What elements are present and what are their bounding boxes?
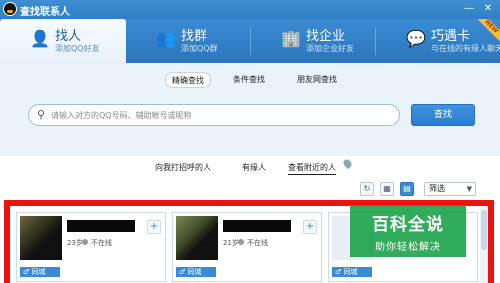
avatar[interactable] [20, 216, 62, 260]
tab-condition-search[interactable]: 条件查找 [227, 72, 271, 88]
person-icon: 👤 [30, 29, 50, 48]
grid-view-button[interactable]: ▦ [380, 182, 394, 196]
card-icon: 💬 [406, 29, 426, 48]
scrollbar-thumb[interactable] [481, 210, 487, 250]
search-icon: ⚲ [37, 108, 46, 121]
window-title: 查找联系人 [20, 7, 70, 18]
avatar[interactable] [176, 216, 218, 260]
location-pin-icon [341, 157, 354, 170]
tab-sublabel: 添加QQ好友 [55, 44, 100, 53]
tab-sublabel: 添加企业好友 [306, 44, 354, 53]
nav-nearby-people[interactable]: 查看附近的人 [288, 162, 336, 175]
redacted-name [223, 220, 291, 232]
close-button[interactable]: ✕ [481, 2, 495, 16]
nav-destined[interactable]: 有缘人 [242, 162, 266, 173]
filter-label: 筛选 [429, 184, 445, 193]
tab-label: 找群 [181, 29, 208, 44]
tab-find-group[interactable]: 👥 找群 添加QQ群 [126, 19, 251, 63]
age-label: 21岁 [223, 239, 239, 247]
tab-encounter-card[interactable]: 💬 巧遇卡 与在线的有缘人聊天 NEW [376, 19, 500, 63]
tab-sublabel: 与在线的有缘人聊天 [431, 44, 500, 53]
redacted-name [67, 220, 135, 232]
add-friend-button[interactable]: + [147, 220, 161, 234]
chevron-down-icon: ▼ [466, 185, 472, 193]
search-box: ⚲ [28, 104, 400, 126]
watermark: 百科全说 助你轻松解决 [350, 205, 466, 257]
tab-label: 找企业 [306, 29, 346, 44]
gender-location-tag: ♂ 同城 [20, 267, 60, 277]
building-icon: 🏢 [281, 29, 301, 48]
result-card[interactable]: 23岁 不在线 ♂ 同城 + [16, 212, 166, 282]
tab-exact-search[interactable]: 精确查找 [165, 72, 211, 88]
add-friend-button[interactable]: + [303, 220, 317, 234]
nav-greeted-me[interactable]: 向我打招呼的人 [155, 162, 211, 173]
status-label: 不在线 [247, 239, 268, 247]
tab-label: 找人 [55, 29, 82, 44]
search-input[interactable] [51, 107, 391, 123]
result-card[interactable]: 21岁 不在线 ♂ 同城 + [172, 212, 322, 282]
gender-location-tag: ♂ 同城 [332, 267, 372, 277]
age-label: 23岁 [67, 239, 83, 247]
qq-logo-icon [3, 2, 17, 16]
filter-dropdown[interactable]: 筛选 ▼ [424, 182, 476, 196]
list-view-button[interactable]: ▤ [400, 182, 414, 196]
gender-location-tag: ♂ 同城 [176, 267, 216, 277]
search-button[interactable]: 查找 [411, 104, 475, 126]
group-icon: 👥 [156, 29, 176, 48]
watermark-title: 百科全说 [372, 215, 444, 235]
new-badge: NEW [478, 19, 500, 41]
watermark-subtitle: 助你轻松解决 [375, 242, 441, 253]
refresh-button[interactable]: ↻ [360, 182, 374, 196]
tab-friend-network-search[interactable]: 朋友网查找 [291, 72, 343, 88]
offline-status-icon [82, 239, 88, 245]
tab-label: 巧遇卡 [431, 29, 471, 44]
minimize-button[interactable]: — [462, 2, 476, 16]
offline-status-icon [238, 239, 244, 245]
main-tabs: 👤 找人 添加QQ好友 👥 找群 添加QQ群 🏢 找企业 添加企业好友 💬 巧遇… [0, 19, 500, 63]
tab-find-company[interactable]: 🏢 找企业 添加企业好友 [251, 19, 376, 63]
status-label: 不在线 [91, 239, 112, 247]
tab-find-people[interactable]: 👤 找人 添加QQ好友 [0, 19, 126, 63]
title-bar: 查找联系人 — ✕ [0, 0, 500, 19]
results-scrollbar[interactable] [480, 206, 488, 283]
tab-sublabel: 添加QQ群 [181, 44, 218, 53]
